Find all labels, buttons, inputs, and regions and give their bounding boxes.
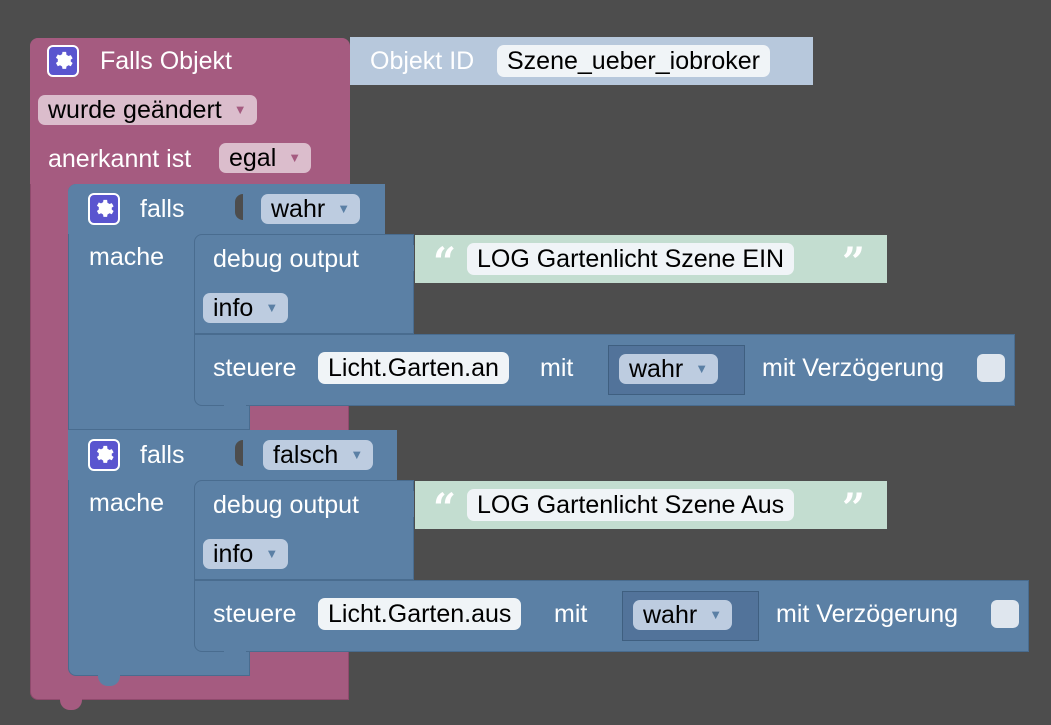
- trigger-bottom-notch: [60, 698, 82, 710]
- objekt-id-value: Szene_ueber_iobroker: [507, 47, 760, 75]
- event-value: wurde geändert: [48, 96, 222, 124]
- objekt-id-label: Objekt ID: [370, 47, 475, 75]
- control-2-object-field[interactable]: Licht.Garten.aus: [318, 598, 522, 630]
- debug-2-level-value: info: [213, 540, 254, 568]
- event-dropdown[interactable]: wurde geändert ▼: [38, 95, 257, 125]
- trigger-title: Falls Objekt: [100, 47, 232, 75]
- control-1-value: wahr: [629, 355, 684, 383]
- control-1-value-dropdown[interactable]: wahr ▼: [619, 354, 719, 384]
- text-2-field[interactable]: LOG Gartenlicht Szene Aus: [467, 489, 795, 521]
- control-2-object-value: Licht.Garten.aus: [328, 600, 512, 628]
- ack-value: egal: [229, 144, 277, 172]
- text-1-value: LOG Gartenlicht Szene EIN: [477, 245, 785, 273]
- open-quote-icon: “: [433, 239, 457, 286]
- chevron-down-icon: ▼: [695, 361, 709, 376]
- if-1-condition-value: wahr: [271, 195, 326, 223]
- debug-1-connector: [402, 245, 414, 271]
- control-2-delay-checkbox[interactable]: [991, 600, 1019, 628]
- debug-1-level-dropdown[interactable]: info ▼: [203, 293, 289, 323]
- ack-dropdown[interactable]: egal ▼: [219, 143, 312, 173]
- control-1-object-field[interactable]: Licht.Garten.an: [318, 352, 509, 384]
- debug-1-label: debug output: [213, 245, 359, 273]
- gear-icon[interactable]: [88, 193, 120, 225]
- text-2-value: LOG Gartenlicht Szene Aus: [477, 491, 785, 519]
- control-2-value-dropdown[interactable]: wahr ▼: [633, 600, 733, 630]
- debug-2-level-dropdown[interactable]: info ▼: [203, 539, 289, 569]
- control-1-mit-label: mit: [540, 354, 574, 382]
- gear-icon[interactable]: [88, 439, 120, 471]
- chevron-down-icon: ▼: [288, 150, 302, 165]
- debug-1-level-value: info: [213, 294, 254, 322]
- ack-label: anerkannt ist: [48, 145, 192, 173]
- chevron-down-icon: ▼: [337, 201, 351, 216]
- if-1-falls-label: falls: [140, 195, 185, 223]
- if-2-condition-dropdown[interactable]: falsch ▼: [263, 440, 374, 470]
- control-2-value: wahr: [643, 601, 698, 629]
- chevron-down-icon: ▼: [265, 300, 279, 315]
- text-1-field[interactable]: LOG Gartenlicht Szene EIN: [467, 243, 795, 275]
- close-quote-icon: ”: [842, 239, 866, 286]
- control-2-delay-label: mit Verzögerung: [776, 600, 959, 628]
- chevron-down-icon: ▼: [265, 546, 279, 561]
- if-1-mache-label: mache: [89, 243, 165, 271]
- if-1-condition-dropdown[interactable]: wahr ▼: [261, 194, 361, 224]
- trigger-connector: [338, 48, 350, 74]
- control-1-label: steuere: [213, 354, 297, 382]
- gear-icon[interactable]: [47, 45, 79, 77]
- chevron-down-icon: ▼: [233, 102, 247, 117]
- debug-2-label: debug output: [213, 491, 359, 519]
- debug-2-connector: [402, 491, 414, 517]
- if-1-input-connector: [235, 194, 243, 220]
- open-quote-icon: “: [433, 485, 457, 532]
- control-1-object-value: Licht.Garten.an: [328, 354, 499, 382]
- control-1-delay-checkbox[interactable]: [977, 354, 1005, 382]
- if-2-condition-value: falsch: [273, 441, 339, 469]
- if-2-falls-label: falls: [140, 441, 185, 469]
- chevron-down-icon: ▼: [709, 607, 723, 622]
- control-1-delay-label: mit Verzögerung: [762, 354, 945, 382]
- control-2-label: steuere: [213, 600, 297, 628]
- if-2-input-connector: [235, 440, 243, 466]
- control-2-mit-label: mit: [554, 600, 588, 628]
- objekt-id-field[interactable]: Szene_ueber_iobroker: [497, 45, 770, 77]
- chevron-down-icon: ▼: [350, 447, 364, 462]
- if-2-mache-label: mache: [89, 489, 165, 517]
- close-quote-icon: ”: [842, 485, 866, 532]
